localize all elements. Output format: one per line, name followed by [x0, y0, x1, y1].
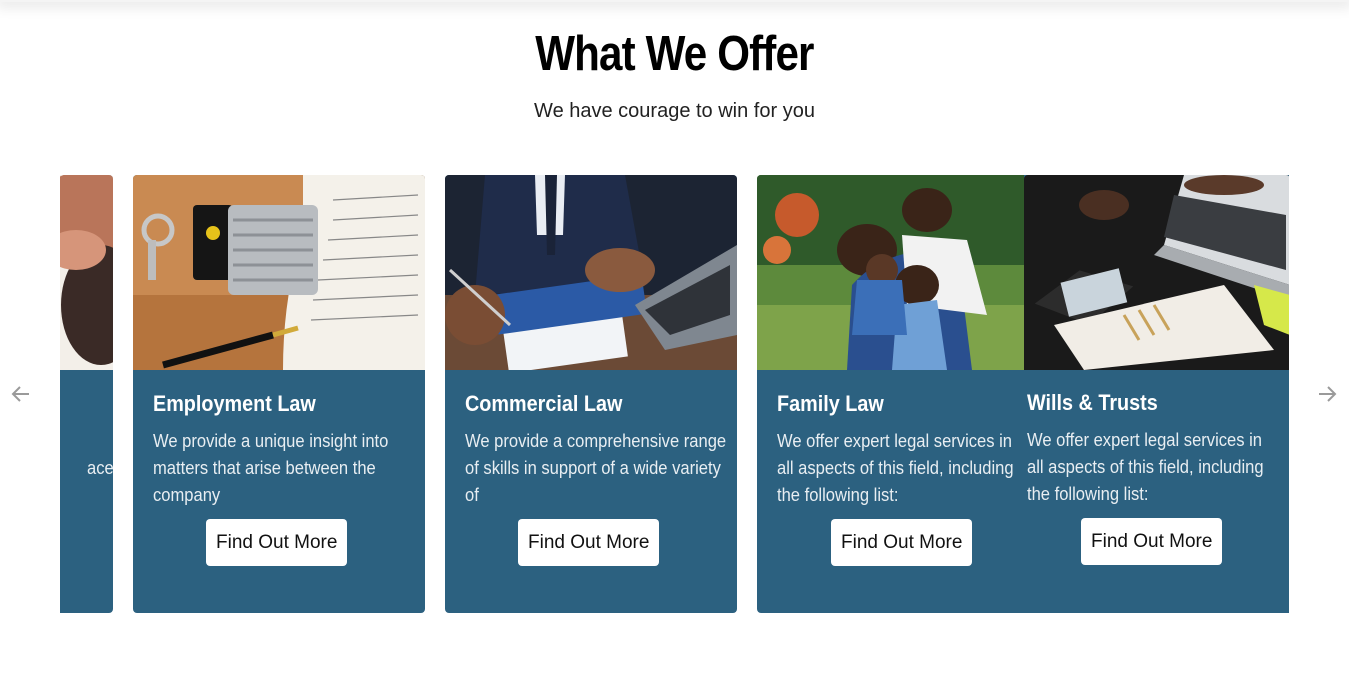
card-description: We provide a comprehensive range of skil…: [465, 431, 727, 505]
arrow-left-icon: [11, 386, 29, 402]
card-image: [1024, 175, 1289, 370]
service-card-employment-law: Employment Law We provide a unique insig…: [133, 175, 425, 613]
card-description: We offer expert legal services in all as…: [1027, 430, 1264, 504]
card-description: We offer expert legal services in all as…: [777, 431, 1014, 505]
service-card-partial: ace: [60, 175, 113, 613]
carousel-prev-button[interactable]: [9, 382, 33, 406]
card-description: We provide a unique insight into matters…: [153, 431, 389, 505]
card-title: Wills & Trusts: [1027, 390, 1158, 415]
header-shadow: [0, 0, 1349, 2]
card-title: Family Law: [777, 391, 884, 416]
section-subtitle: We have courage to win for you: [534, 100, 815, 122]
find-out-more-button[interactable]: Find Out More: [831, 519, 973, 566]
card-description: ace: [87, 458, 113, 478]
find-out-more-button[interactable]: Find Out More: [518, 519, 660, 566]
card-title: Employment Law: [153, 391, 316, 416]
card-image: [60, 175, 113, 370]
service-card-wills-trusts: Wills & Trusts We offer expert legal ser…: [1024, 175, 1289, 613]
section-title: What We Offer: [535, 27, 814, 81]
carousel-track: ace Employment Law We provide a unique i…: [60, 175, 1289, 615]
find-out-more-button[interactable]: Find Out More: [206, 519, 348, 566]
card-image: [445, 175, 737, 370]
carousel-next-button[interactable]: [1315, 382, 1339, 406]
find-out-more-button[interactable]: Find Out More: [1081, 518, 1223, 565]
card-title: Commercial Law: [465, 391, 623, 416]
card-image: [757, 175, 1024, 370]
service-card-commercial-law: Commercial Law We provide a comprehensiv…: [445, 175, 737, 613]
arrow-right-icon: [1319, 386, 1337, 402]
card-image: [133, 175, 425, 370]
